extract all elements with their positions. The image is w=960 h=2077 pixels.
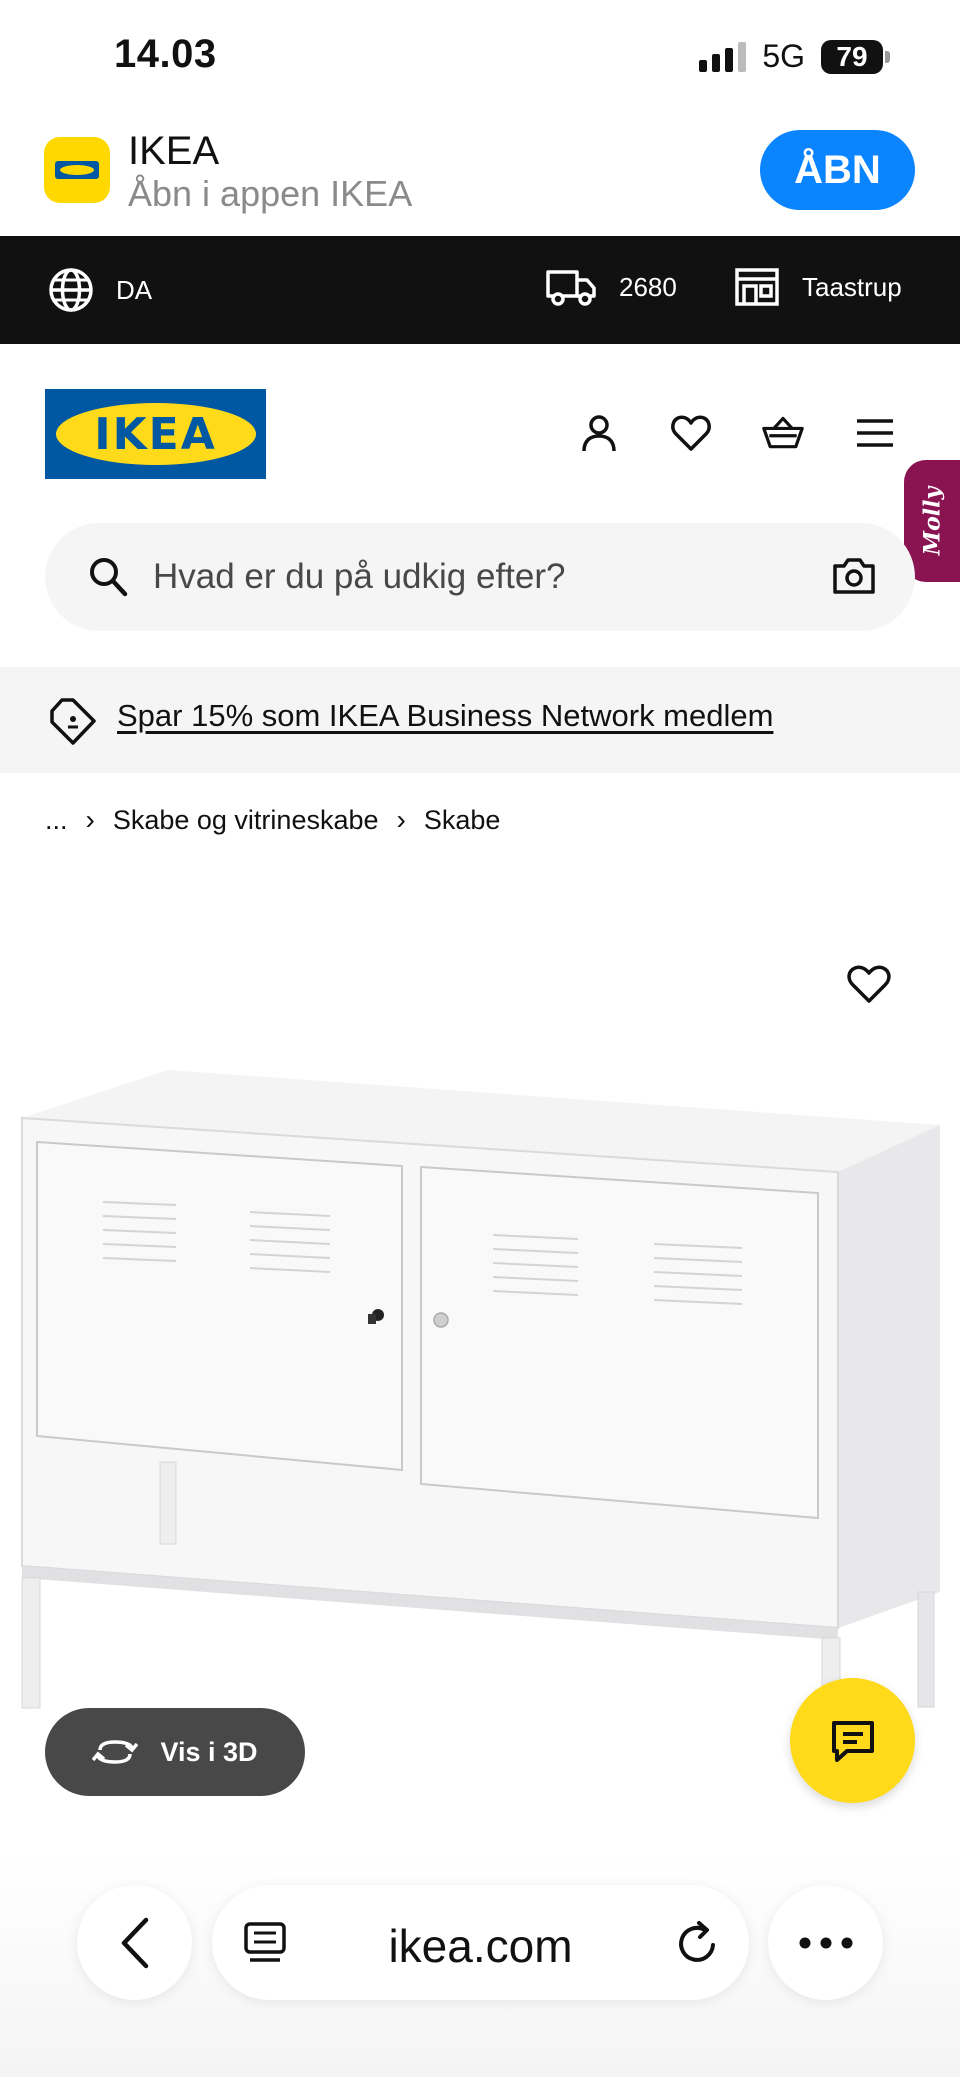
- menu-icon[interactable]: [854, 412, 896, 454]
- breadcrumb-item-cabinets[interactable]: Skabe: [424, 805, 501, 836]
- product-favourite-heart-icon[interactable]: [846, 962, 892, 1006]
- store-icon: [735, 268, 779, 306]
- ikea-app-icon: [44, 137, 110, 203]
- language-selector[interactable]: DA: [48, 267, 152, 313]
- more-options-button[interactable]: [768, 1885, 883, 2000]
- heart-icon[interactable]: [670, 412, 712, 454]
- app-subtitle: Åbn i appen IKEA: [128, 173, 413, 214]
- status-time: 14.03: [114, 32, 217, 76]
- delivery-postcode[interactable]: 2680: [545, 266, 677, 308]
- profile-icon[interactable]: [578, 412, 620, 454]
- logo-text: IKEA: [94, 408, 217, 460]
- business-network-link[interactable]: Spar 15% som IKEA Business Network medle…: [117, 698, 773, 734]
- ikea-logo[interactable]: IKEA: [45, 389, 266, 479]
- store-label: Taastrup: [802, 271, 902, 302]
- product-image[interactable]: [0, 880, 960, 1740]
- promo-banner: Spar 15% som IKEA Business Network medle…: [0, 667, 960, 773]
- address-bar[interactable]: ikea.com: [212, 1885, 749, 2000]
- chat-icon: [831, 1720, 874, 1762]
- chevron-left-icon: [121, 1917, 148, 1968]
- globe-icon: [49, 268, 93, 312]
- signal-icon: [699, 41, 747, 72]
- search-bar[interactable]: [45, 523, 915, 631]
- network-label: 5G: [762, 38, 805, 74]
- chevron-right-icon: ›: [85, 804, 95, 835]
- site-header: IKEA: [0, 344, 960, 504]
- smart-app-banner: IKEA Åbn i appen IKEA ÅBN: [0, 115, 960, 236]
- chevron-right-icon: ›: [396, 804, 406, 835]
- rotate-3d-icon: [92, 1740, 139, 1764]
- header-icons: [578, 412, 896, 454]
- reload-icon[interactable]: [675, 1919, 721, 1967]
- postcode-label: 2680: [619, 271, 677, 302]
- battery-icon: 79: [821, 39, 890, 74]
- status-indicators: 5G 79: [699, 38, 890, 75]
- open-app-button[interactable]: ÅBN: [760, 130, 915, 210]
- url-text[interactable]: ikea.com: [212, 1919, 749, 1973]
- truck-icon: [546, 270, 596, 306]
- view-in-3d-button[interactable]: Vis i 3D: [45, 1708, 305, 1796]
- breadcrumb: ... › Skabe og vitrineskabe › Skabe: [45, 804, 500, 836]
- more-dots-icon: [799, 1937, 852, 1948]
- language-label: DA: [116, 274, 153, 305]
- back-button[interactable]: [77, 1885, 192, 2000]
- browser-toolbar: ikea.com: [0, 1855, 960, 2077]
- breadcrumb-item-cabinets-and-display[interactable]: Skabe og vitrineskabe: [113, 805, 379, 836]
- store-selector[interactable]: Taastrup: [734, 266, 902, 308]
- search-icon: [90, 558, 128, 597]
- chat-button[interactable]: [790, 1678, 915, 1803]
- search-input[interactable]: [153, 523, 813, 631]
- molly-label: Molly: [919, 486, 945, 556]
- camera-icon[interactable]: [831, 555, 877, 597]
- basket-icon[interactable]: [762, 412, 804, 454]
- tag-icon: [50, 698, 96, 745]
- battery-level: 79: [821, 39, 883, 74]
- status-bar: 14.03 5G 79: [0, 0, 960, 115]
- view-in-3d-label: Vis i 3D: [160, 1736, 258, 1767]
- app-name: IKEA: [128, 129, 220, 173]
- top-info-bar: DA 2680 Taastrup: [0, 236, 960, 344]
- breadcrumb-ellipsis[interactable]: ...: [45, 805, 68, 836]
